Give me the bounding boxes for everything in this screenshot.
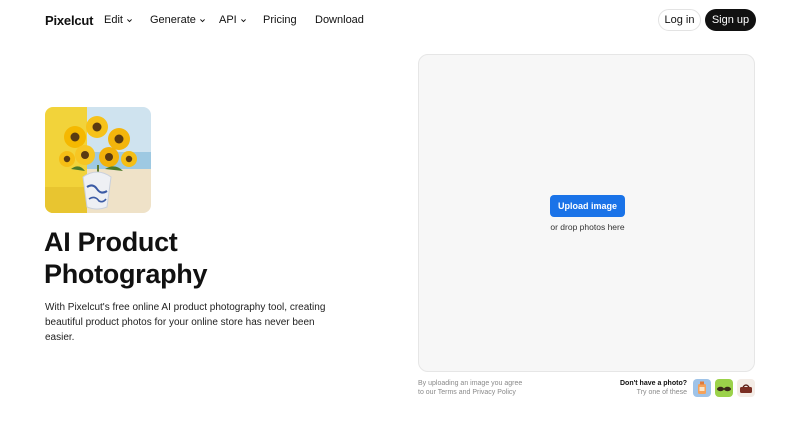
nav-item-edit[interactable]: Edit (104, 14, 133, 26)
sample-photo-handbag[interactable] (737, 379, 755, 397)
page-title-line1: AI Product (44, 227, 178, 257)
nav-item-label: Generate (150, 14, 196, 26)
nav-item-generate[interactable]: Generate (150, 14, 206, 26)
top-nav: Pixelcut Edit Generate API Pricing Downl… (0, 0, 800, 40)
terms-link[interactable]: Terms (438, 389, 457, 396)
nav-item-label: Edit (104, 14, 123, 26)
nav-item-api[interactable]: API (219, 14, 247, 26)
legal-line2: to our Terms and Privacy Policy (418, 388, 548, 397)
sample-photo-perfume[interactable] (693, 379, 711, 397)
privacy-policy-link[interactable]: Privacy Policy (472, 389, 516, 396)
nav-item-download[interactable]: Download (315, 14, 364, 26)
nav-item-label: API (219, 14, 237, 26)
login-button[interactable]: Log in (658, 9, 701, 31)
sample-photos-prompt: Don't have a photo? Try one of these (595, 379, 687, 397)
sample-photo-sunglasses[interactable] (715, 379, 733, 397)
legal-prefix: to our (418, 389, 438, 396)
page-title: AI Product Photography (44, 226, 384, 290)
upload-legal-text: By uploading an image you agree to our T… (418, 379, 548, 397)
upload-image-button[interactable]: Upload image (550, 195, 625, 217)
sample-photos-title: Don't have a photo? (620, 380, 687, 387)
perfume-bottle-thumbnail-icon (693, 379, 711, 397)
legal-line1: By uploading an image you agree (418, 380, 523, 387)
sunglasses-thumbnail-icon (715, 379, 733, 397)
nav-item-pricing[interactable]: Pricing (263, 14, 297, 26)
chevron-down-icon (127, 18, 132, 22)
sample-photos-subtitle: Try one of these (636, 389, 687, 396)
signup-button[interactable]: Sign up (705, 9, 756, 31)
handbag-thumbnail-icon (737, 379, 755, 397)
page-title-line2: Photography (44, 259, 208, 289)
upload-dropzone[interactable]: Upload image or drop photos here (418, 54, 755, 372)
pixelcut-logo[interactable]: Pixelcut (45, 13, 93, 28)
legal-and: and (456, 389, 473, 396)
nav-item-label: Pricing (263, 14, 297, 26)
nav-item-label: Download (315, 14, 364, 26)
chevron-down-icon (199, 18, 205, 22)
hero-description: With Pixelcut's free online AI product p… (45, 302, 326, 343)
drop-hint-text: or drop photos here (550, 222, 625, 232)
hero-product-image (45, 107, 151, 213)
sunflower-vase-image (45, 107, 151, 213)
chevron-down-icon (240, 18, 246, 22)
